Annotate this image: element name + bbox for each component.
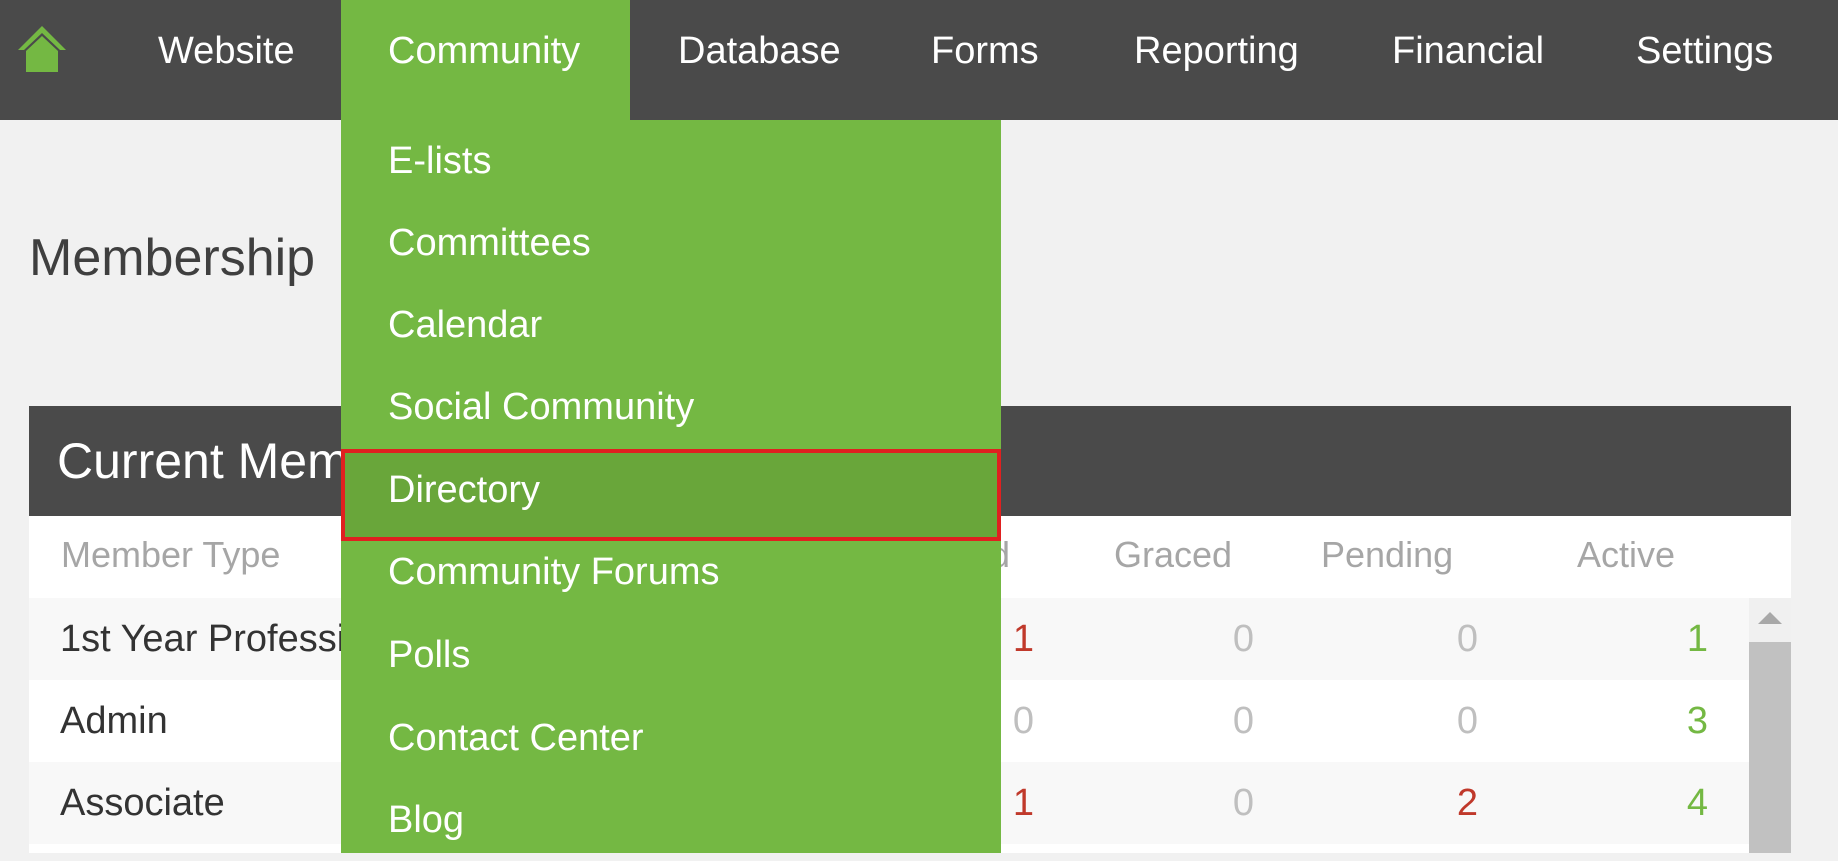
graced-cell: 0	[1232, 782, 1254, 824]
member-type-cell: 1st Year Professi	[60, 618, 346, 660]
scrollbar-thumb[interactable]	[1749, 642, 1791, 853]
nav-reporting[interactable]: Reporting	[1134, 0, 1299, 120]
pending-cell: 0	[1456, 618, 1478, 660]
menu-item-directory[interactable]: Directory	[341, 449, 1001, 541]
nav-website[interactable]: Website	[158, 0, 295, 120]
menu-item-committees[interactable]: Committees	[341, 202, 1001, 284]
scroll-up-arrow-icon[interactable]	[1758, 612, 1782, 624]
menu-item-blog[interactable]: Blog	[341, 779, 1001, 861]
menu-item-elists[interactable]: E-lists	[341, 120, 1001, 202]
panel-title: Current Mem	[57, 433, 349, 489]
pending-cell: 0	[1456, 700, 1478, 742]
menu-item-polls[interactable]: Polls	[341, 614, 1001, 696]
nav-database[interactable]: Database	[678, 0, 841, 120]
active-cell: 1	[1686, 618, 1708, 660]
nav-financial[interactable]: Financial	[1392, 0, 1544, 120]
nav-community[interactable]: Community	[341, 0, 630, 120]
menu-item-calendar[interactable]: Calendar	[341, 284, 1001, 366]
header-active[interactable]: Active	[1577, 534, 1675, 576]
header-member-type[interactable]: Member Type	[61, 534, 280, 576]
page-title: Membership	[29, 229, 316, 287]
home-icon	[18, 26, 66, 72]
header-pending[interactable]: Pending	[1321, 534, 1453, 576]
pending-cell: 2	[1456, 782, 1478, 824]
active-cell: 4	[1686, 782, 1708, 824]
nav-settings[interactable]: Settings	[1636, 0, 1773, 120]
member-type-cell: Admin	[60, 700, 168, 742]
menu-item-contact-center[interactable]: Contact Center	[341, 697, 1001, 779]
active-cell: 3	[1686, 700, 1708, 742]
graced-cell: 0	[1232, 700, 1254, 742]
menu-item-community-forums[interactable]: Community Forums	[341, 531, 1001, 613]
nav-forms[interactable]: Forms	[931, 0, 1039, 120]
header-graced[interactable]: Graced	[1114, 534, 1232, 576]
member-type-cell: Associate	[60, 782, 225, 824]
menu-item-social-community[interactable]: Social Community	[341, 366, 1001, 448]
home-button[interactable]	[16, 24, 68, 74]
graced-cell: 0	[1232, 618, 1254, 660]
